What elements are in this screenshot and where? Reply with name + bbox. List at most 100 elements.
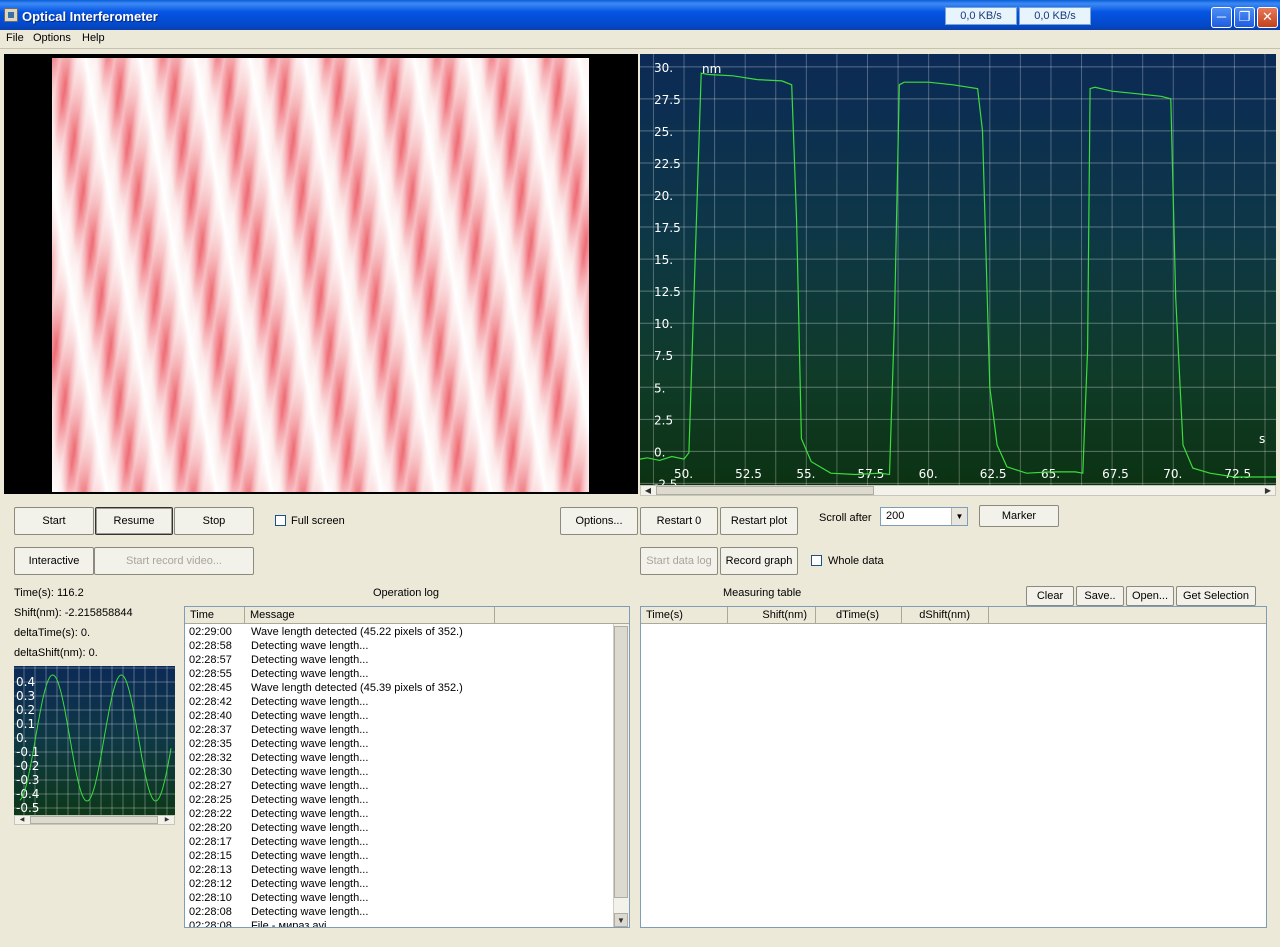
whole-data-checkbox[interactable] — [811, 555, 822, 566]
log-row[interactable]: 02:28:55 Detecting wave length... — [189, 667, 368, 681]
graph-x-ticks: 50. 52.5 55. 57.5 60. 62.5 65. 67.5 70. 72.5 — [674, 467, 1251, 481]
restart-plot-button[interactable]: Restart plot — [720, 507, 798, 535]
operation-log-table[interactable]: Time Message 02:29:00 Wave length detecte… — [184, 606, 630, 928]
mini-scroll-left-icon[interactable]: ◀ — [15, 816, 29, 824]
log-row-message: Detecting wave length... — [251, 892, 369, 904]
mini-scroll-thumb[interactable] — [30, 816, 158, 824]
log-row[interactable]: 02:28:45 Wave length detected (45.39 pixe… — [189, 681, 463, 695]
menu-file[interactable]: File — [6, 32, 24, 44]
options-button[interactable]: Options... — [560, 507, 638, 535]
log-row[interactable]: 02:28:08 Detecting wave length... — [189, 905, 368, 919]
log-row[interactable]: 02:28:37 Detecting wave length... — [189, 723, 368, 737]
log-scroll-thumb[interactable] — [614, 626, 628, 898]
log-row-message: Detecting wave length... — [251, 850, 369, 862]
menu-options[interactable]: Options — [33, 32, 71, 44]
meas-col-filler — [989, 607, 1266, 624]
menu-help[interactable]: Help — [82, 32, 105, 44]
save-button[interactable]: Save.. — [1076, 586, 1124, 606]
measuring-table[interactable]: Time(s) Shift(nm) dTime(s) dShift(nm) — [640, 606, 1267, 928]
graph-grid — [640, 54, 1276, 486]
app-icon[interactable] — [4, 8, 18, 22]
log-row[interactable]: 02:28:25 Detecting wave length... — [189, 793, 368, 807]
start-button[interactable]: Start — [14, 507, 94, 535]
close-button[interactable]: ✕ — [1257, 7, 1278, 28]
graph-y-tick-label: 27.5 — [654, 93, 681, 107]
log-row-message: Detecting wave length... — [251, 654, 369, 666]
mini-y-tick-label: -0.5 — [16, 801, 39, 815]
log-col-message[interactable]: Message — [245, 607, 495, 624]
log-row-time: 02:28:08 — [189, 920, 232, 928]
log-row[interactable]: 02:28:12 Detecting wave length... — [189, 877, 368, 891]
interactive-button[interactable]: Interactive — [14, 547, 94, 575]
record-graph-button[interactable]: Record graph — [720, 547, 798, 575]
marker-button[interactable]: Marker — [979, 505, 1059, 527]
dropdown-arrow-icon[interactable]: ▼ — [951, 508, 967, 525]
log-row[interactable]: 02:28:10 Detecting wave length... — [189, 891, 368, 905]
graph-scroll-right-icon[interactable]: ▶ — [1261, 486, 1275, 495]
graph-x-unit: s — [1259, 432, 1265, 446]
log-row[interactable]: 02:28:15 Detecting wave length... — [189, 849, 368, 863]
clear-button[interactable]: Clear — [1026, 586, 1074, 606]
graph-scroll-left-icon[interactable]: ◀ — [641, 486, 655, 495]
minimize-button[interactable]: ─ — [1211, 7, 1232, 28]
mini-y-tick-label: -0.1 — [16, 745, 39, 759]
meas-col-time[interactable]: Time(s) — [641, 607, 728, 624]
log-row-message: Detecting wave length... — [251, 780, 369, 792]
graph-x-tick-label: 55. — [796, 467, 815, 481]
log-scroll-down-icon[interactable]: ▼ — [614, 913, 628, 927]
log-row[interactable]: 02:28:58 Detecting wave length... — [189, 639, 368, 653]
log-row[interactable]: 02:28:42 Detecting wave length... — [189, 695, 368, 709]
graph-y-tick-label: 25. — [654, 125, 673, 139]
log-row[interactable]: 02:28:35 Detecting wave length... — [189, 737, 368, 751]
open-button[interactable]: Open... — [1126, 586, 1174, 606]
start-record-video-button[interactable]: Start record video... — [94, 547, 254, 575]
graph-x-tick-label: 52.5 — [735, 467, 762, 481]
log-row-time: 02:28:25 — [189, 794, 232, 806]
log-row[interactable]: 02:28:27 Detecting wave length... — [189, 779, 368, 793]
log-row-message: Detecting wave length... — [251, 794, 369, 806]
title-bar[interactable]: Optical Interferometer 0,0 KB/s 0,0 KB/s… — [0, 0, 1280, 30]
meas-col-dtime[interactable]: dTime(s) — [816, 607, 902, 624]
shift-graph[interactable]: 30. 27.5 25. 22.5 20. 17.5 15. 12.5 10. 7.5 5. 2.5 0… — [640, 54, 1276, 486]
graph-y-tick-label: 2.5 — [654, 413, 673, 427]
stop-button[interactable]: Stop — [174, 507, 254, 535]
log-row-time: 02:29:00 — [189, 626, 232, 638]
log-row-message: Detecting wave length... — [251, 906, 369, 918]
graph-y-tick-label: 5. — [654, 381, 665, 395]
log-row[interactable]: 02:28:17 Detecting wave length... — [189, 835, 368, 849]
start-data-log-button[interactable]: Start data log — [640, 547, 718, 575]
meas-col-dshift[interactable]: dShift(nm) — [902, 607, 989, 624]
mini-calibration-plot[interactable]: 0.40.30.20.10.-0.1-0.2-0.3-0.4-0.5 — [14, 666, 175, 816]
graph-x-tick-label: 62.5 — [980, 467, 1007, 481]
maximize-button[interactable]: ❐ — [1234, 7, 1255, 28]
log-row[interactable]: 02:28:13 Detecting wave length... — [189, 863, 368, 877]
graph-y-tick-label: 20. — [654, 189, 673, 203]
log-row-time: 02:28:22 — [189, 808, 232, 820]
log-col-time[interactable]: Time — [185, 607, 245, 624]
resume-button[interactable]: Resume — [95, 507, 173, 535]
log-row[interactable]: 02:28:08 File - мираз.avi — [189, 919, 326, 928]
log-row[interactable]: 02:28:30 Detecting wave length... — [189, 765, 368, 779]
mini-scroll-right-icon[interactable]: ▶ — [160, 816, 174, 824]
meas-col-shift[interactable]: Shift(nm) — [728, 607, 816, 624]
scroll-after-label: Scroll after — [819, 512, 872, 524]
log-row-message: Detecting wave length... — [251, 696, 369, 708]
log-row[interactable]: 02:28:22 Detecting wave length... — [189, 807, 368, 821]
log-row-message: Detecting wave length... — [251, 724, 369, 736]
restart-0-button[interactable]: Restart 0 — [640, 507, 718, 535]
full-screen-checkbox[interactable] — [275, 515, 286, 526]
log-row[interactable]: 02:28:40 Detecting wave length... — [189, 709, 368, 723]
log-row-message: Detecting wave length... — [251, 808, 369, 820]
get-selection-button[interactable]: Get Selection — [1176, 586, 1256, 606]
log-row-time: 02:28:37 — [189, 724, 232, 736]
graph-scroll-thumb[interactable] — [656, 486, 874, 495]
log-row-time: 02:28:42 — [189, 696, 232, 708]
graph-y-tick-label: 10. — [654, 317, 673, 331]
log-row[interactable]: 02:29:00 Wave length detected (45.22 pixe… — [189, 625, 463, 639]
log-row[interactable]: 02:28:57 Detecting wave length... — [189, 653, 368, 667]
graph-x-tick-label: 70. — [1163, 467, 1182, 481]
mini-y-tick-label: 0.2 — [16, 703, 35, 717]
log-row-time: 02:28:57 — [189, 654, 232, 666]
log-row[interactable]: 02:28:32 Detecting wave length... — [189, 751, 368, 765]
log-row[interactable]: 02:28:20 Detecting wave length... — [189, 821, 368, 835]
